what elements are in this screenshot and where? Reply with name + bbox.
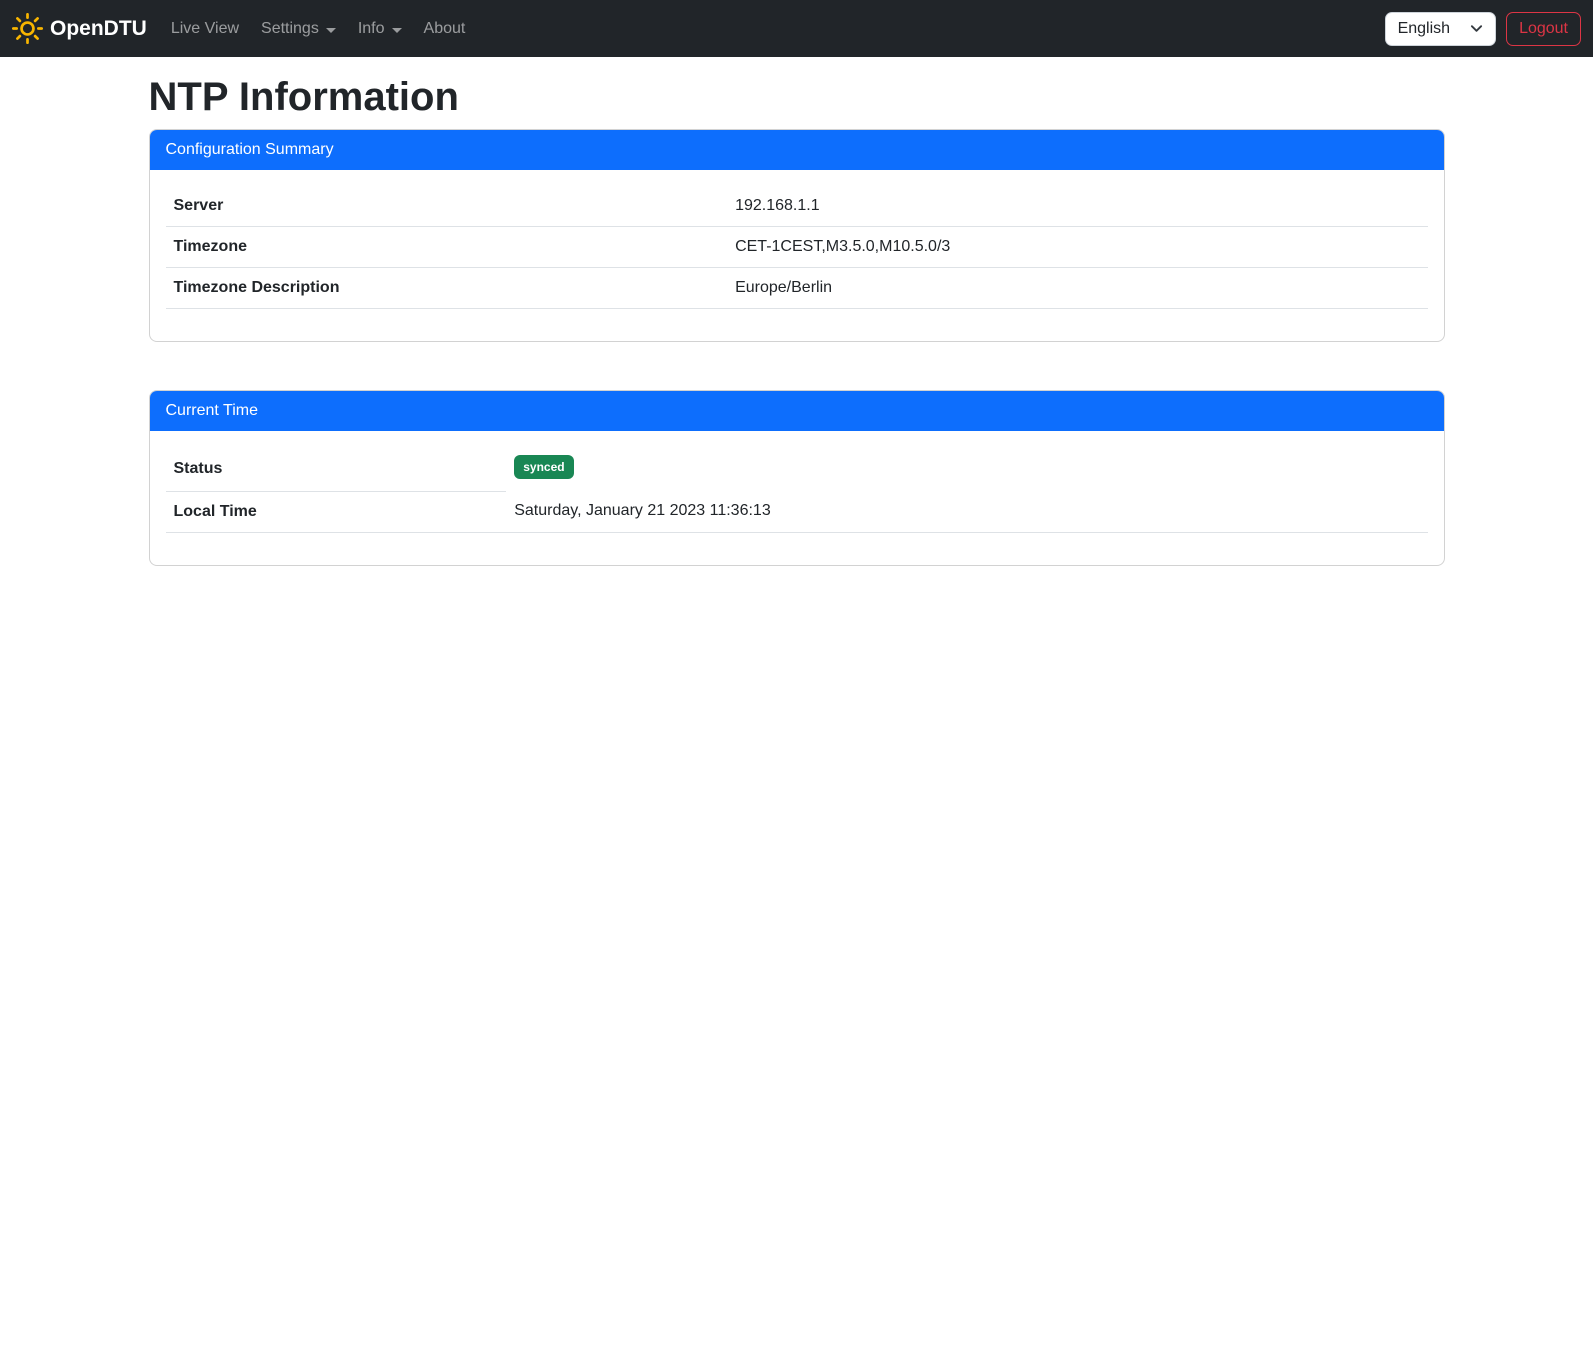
logout-button[interactable]: Logout xyxy=(1506,12,1581,46)
configuration-summary-card: Configuration Summary Server192.168.1.1T… xyxy=(149,129,1445,342)
row-value: Europe/Berlin xyxy=(727,268,1427,309)
table-row: Server192.168.1.1 xyxy=(166,186,1428,227)
nav-item-info[interactable]: Info xyxy=(350,12,410,46)
nav-item-settings[interactable]: Settings xyxy=(253,12,344,46)
configuration-summary-header: Configuration Summary xyxy=(150,130,1444,170)
nav-item-live-view[interactable]: Live View xyxy=(163,12,247,46)
row-value: CET-1CEST,M3.5.0,M10.5.0/3 xyxy=(727,227,1427,268)
navbar-right: English Logout xyxy=(1385,12,1581,46)
main-content: NTP Information Configuration Summary Se… xyxy=(149,57,1445,566)
sun-icon xyxy=(12,13,43,44)
configuration-summary-table: Server192.168.1.1TimezoneCET-1CEST,M3.5.… xyxy=(166,186,1428,309)
configuration-summary-body: Server192.168.1.1TimezoneCET-1CEST,M3.5.… xyxy=(150,170,1444,341)
brand-label: OpenDTU xyxy=(50,17,147,41)
language-select-value: English xyxy=(1398,20,1450,38)
brand-link[interactable]: OpenDTU xyxy=(12,13,147,44)
table-row: Status synced xyxy=(166,447,1428,491)
nav-item-label: Live View xyxy=(171,20,239,38)
current-time-header: Current Time xyxy=(150,391,1444,431)
caret-down-icon xyxy=(392,28,402,33)
status-badge: synced xyxy=(514,455,573,479)
row-value: synced xyxy=(506,447,1427,491)
nav-item-label: Settings xyxy=(261,20,319,38)
row-label: Timezone xyxy=(166,227,728,268)
language-select[interactable]: English xyxy=(1385,12,1496,46)
row-value: 192.168.1.1 xyxy=(727,186,1427,227)
row-value: Saturday, January 21 2023 11:36:13 xyxy=(506,491,1427,532)
chevron-down-icon xyxy=(1470,22,1483,35)
page-title: NTP Information xyxy=(149,73,1445,121)
row-label: Server xyxy=(166,186,728,227)
table-row: Timezone DescriptionEurope/Berlin xyxy=(166,268,1428,309)
navbar: OpenDTU Live View Settings Info About Engli… xyxy=(0,0,1593,57)
nav-item-about[interactable]: About xyxy=(416,12,474,46)
nav-menu: Live View Settings Info About xyxy=(163,12,480,46)
nav-item-label: About xyxy=(424,20,466,38)
nav-item-label: Info xyxy=(358,20,385,38)
row-label: Status xyxy=(166,447,507,491)
current-time-card: Current Time Status synced Local TimeSatur… xyxy=(149,390,1445,566)
table-row: TimezoneCET-1CEST,M3.5.0,M10.5.0/3 xyxy=(166,227,1428,268)
row-label: Timezone Description xyxy=(166,268,728,309)
current-time-table: Status synced Local TimeSaturday, January … xyxy=(166,447,1428,533)
current-time-body: Status synced Local TimeSaturday, January … xyxy=(150,431,1444,565)
caret-down-icon xyxy=(326,28,336,33)
row-label: Local Time xyxy=(166,491,507,532)
table-row: Local TimeSaturday, January 21 2023 11:3… xyxy=(166,491,1428,532)
